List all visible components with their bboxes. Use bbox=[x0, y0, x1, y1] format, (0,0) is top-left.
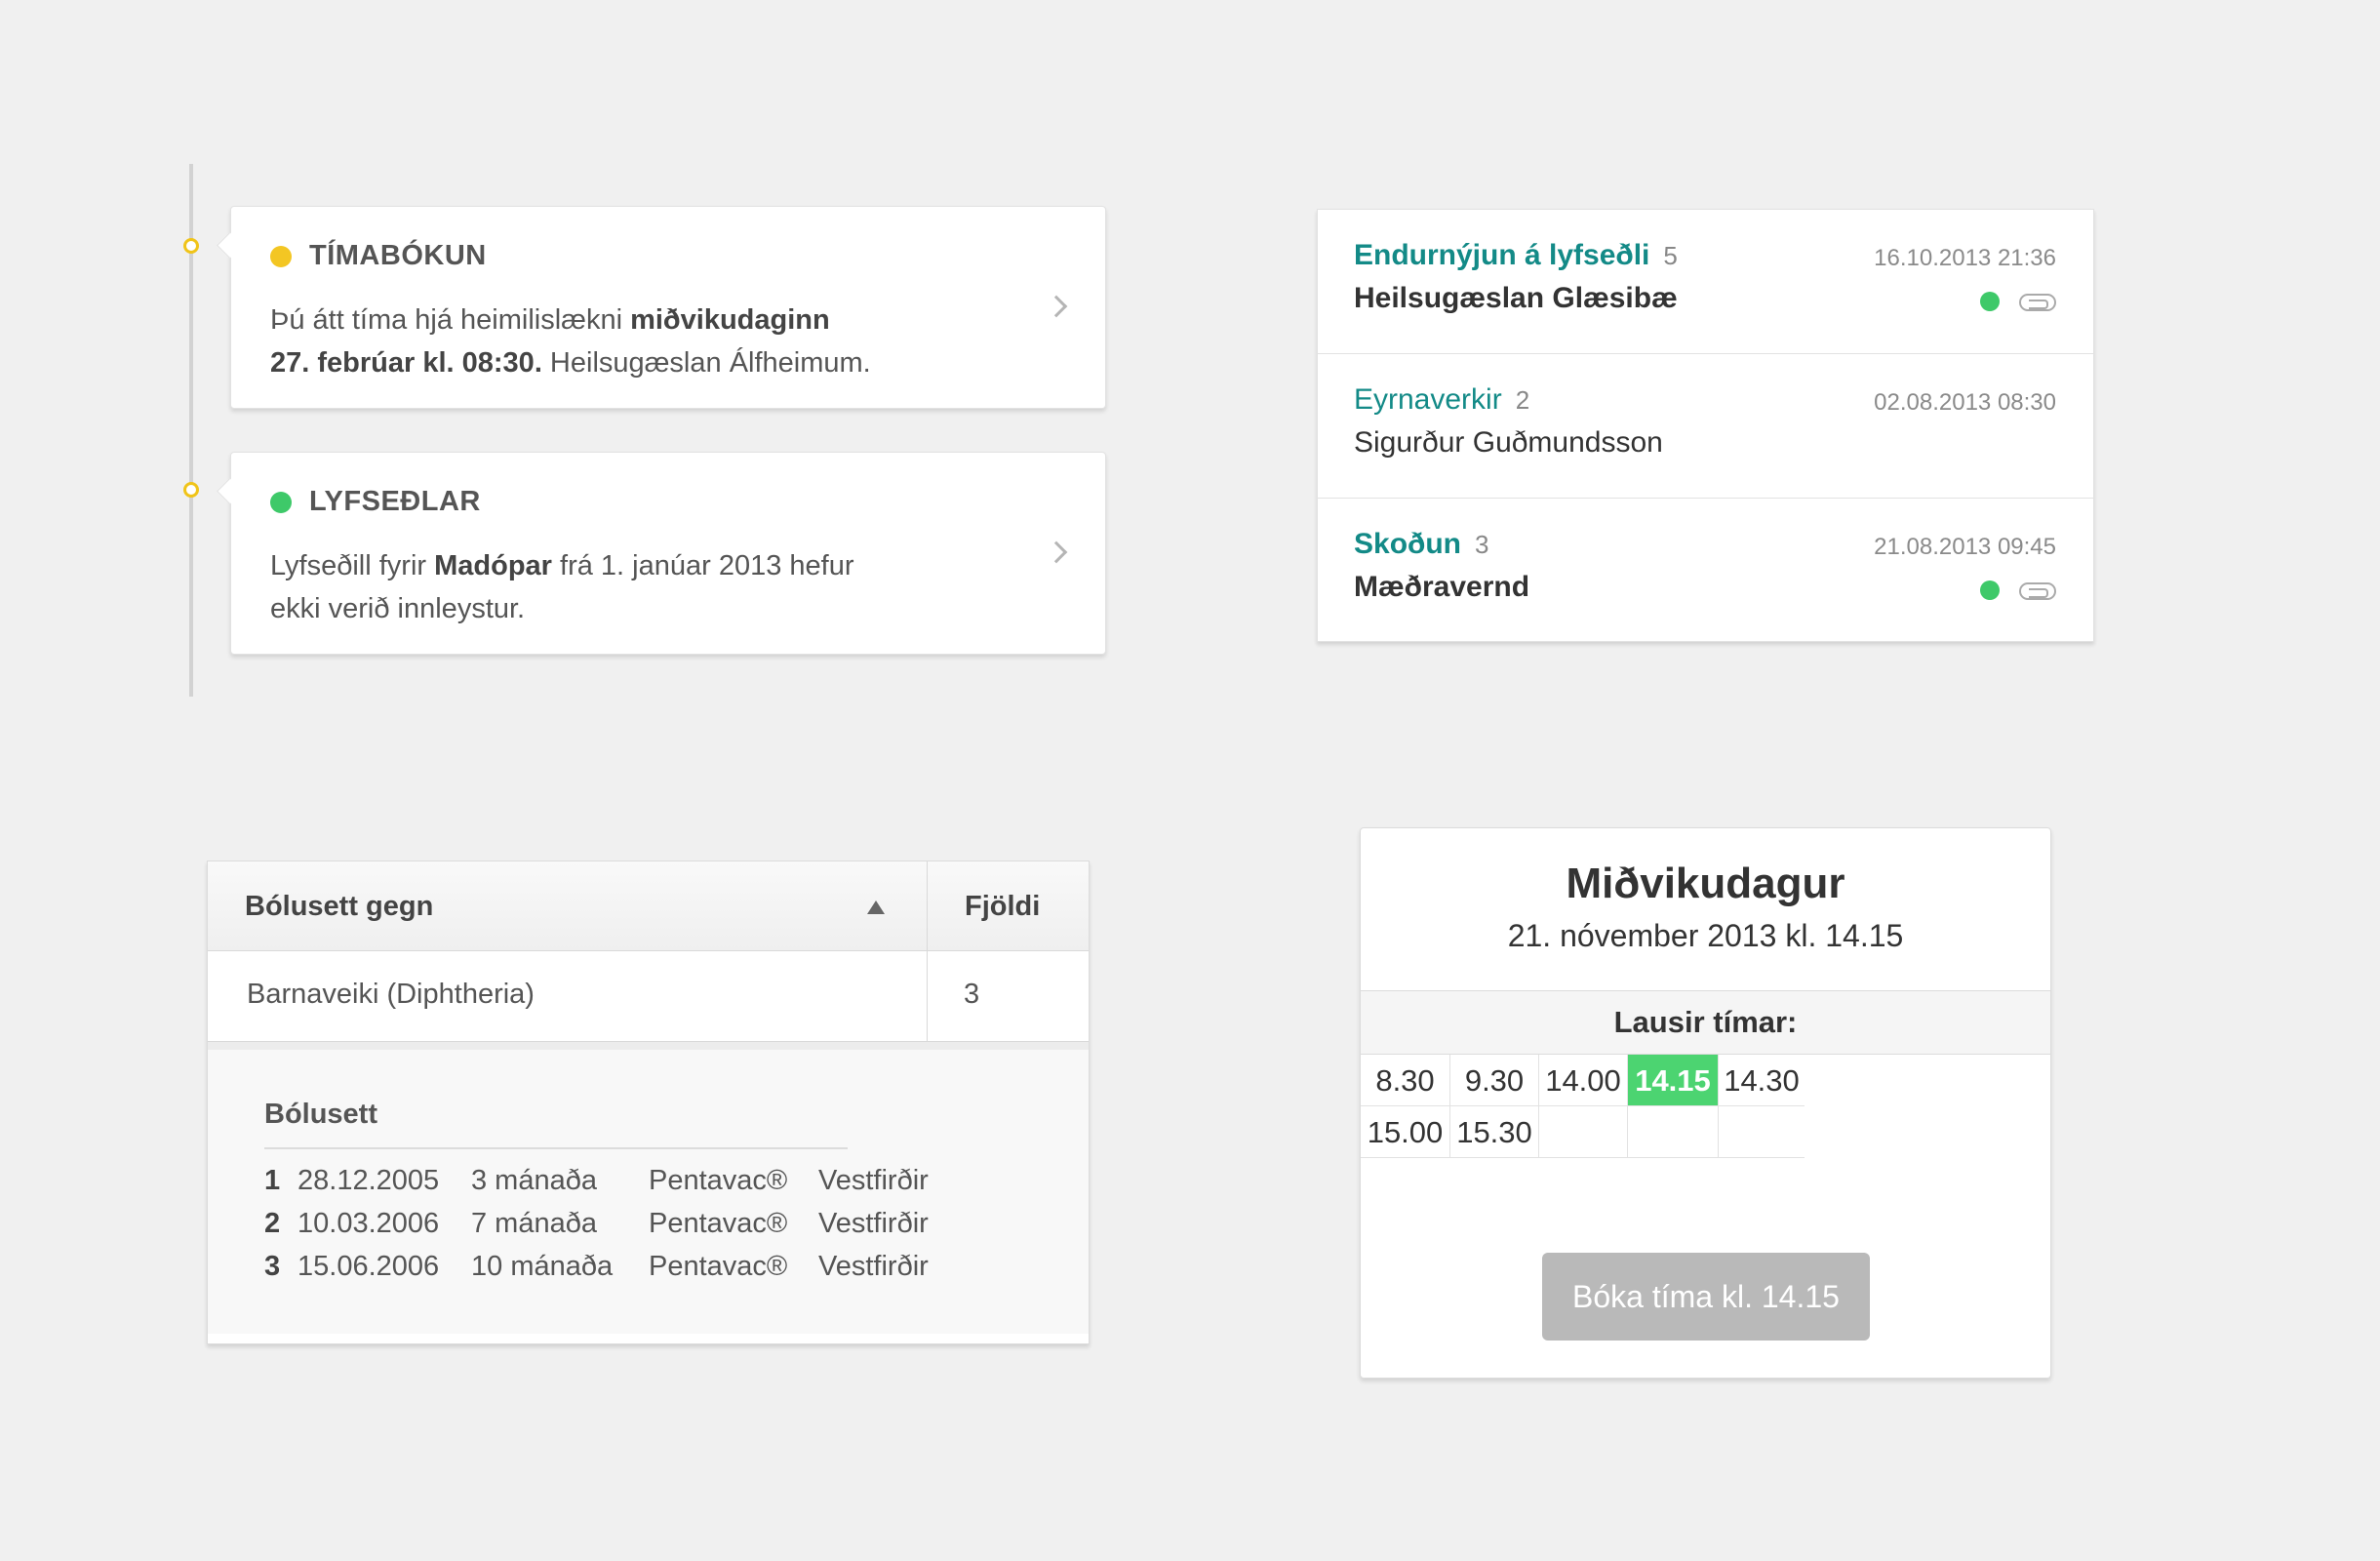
message-date: 02.08.2013 08:30 bbox=[1874, 389, 2056, 416]
status-dot bbox=[270, 491, 292, 513]
card-header: LYFSEÐLAR bbox=[270, 486, 481, 518]
message-subject-text: Endurnýjun á lyfseðli bbox=[1354, 239, 1650, 271]
message-sender: Mæðravernd bbox=[1354, 571, 1530, 603]
timeline-dot bbox=[183, 482, 199, 498]
dose-region: Vestfirðir bbox=[818, 1165, 929, 1196]
chevron-right-icon[interactable] bbox=[1045, 540, 1068, 564]
message-sender: Heilsugæslan Glæsibæ bbox=[1354, 282, 1678, 314]
table-cell-count: 3 bbox=[964, 979, 980, 1010]
empty-slot bbox=[1539, 1106, 1628, 1158]
dose-row: 1 28.12.2005 3 mánaða Pentavac® Vestfirð… bbox=[264, 1165, 929, 1208]
card-text-part: frá 1. janúar 2013 hefur bbox=[551, 550, 854, 581]
vaccination-detail: Bólusett 1 28.12.2005 3 mánaða Pentavac®… bbox=[208, 1041, 1089, 1334]
time-slot[interactable]: 14.30 bbox=[1719, 1055, 1805, 1106]
card-text-part: Þú átt tíma hjá heimilislækni bbox=[270, 304, 631, 336]
card-text-part: ekki verið innleystur. bbox=[270, 593, 526, 624]
message-date: 16.10.2013 21:36 bbox=[1874, 245, 2056, 271]
unread-dot-icon bbox=[1980, 580, 2000, 600]
dose-number: 1 bbox=[264, 1165, 281, 1196]
chevron-right-icon[interactable] bbox=[1045, 295, 1068, 318]
card-text-bold: 27. febrúar kl. 08:30. bbox=[270, 347, 542, 379]
booking-panel: Miðvikudagur 21. nóvember 2013 kl. 14.15… bbox=[1360, 827, 2051, 1379]
dose-age: 7 mánaða bbox=[471, 1208, 597, 1239]
message-subject: Endurnýjun á lyfseðli 5 bbox=[1354, 239, 1678, 272]
time-slot[interactable]: 9.30 bbox=[1450, 1055, 1539, 1106]
status-dot bbox=[270, 245, 292, 267]
message-row[interactable]: Endurnýjun á lyfseðli 5 Heilsugæslan Glæs… bbox=[1318, 210, 2093, 354]
message-subject: Skoðun 3 bbox=[1354, 528, 1488, 561]
message-subject: Eyrnaverkir 2 bbox=[1354, 383, 1529, 417]
book-appointment-button[interactable]: Bóka tíma kl. 14.15 bbox=[1542, 1253, 1870, 1341]
card-text-bold: miðvikudaginn bbox=[630, 304, 830, 336]
card-text-part: Lyfseðill fyrir bbox=[270, 550, 435, 581]
column-header-count[interactable]: Fjöldi bbox=[965, 891, 1040, 923]
messages-panel: Endurnýjun á lyfseðli 5 Heilsugæslan Glæs… bbox=[1317, 209, 2094, 642]
detail-title: Bólusett bbox=[264, 1099, 377, 1130]
dose-row: 3 15.06.2006 10 mánaða Pentavac® Vestfir… bbox=[264, 1251, 929, 1294]
dose-vaccine: Pentavac® bbox=[649, 1251, 788, 1282]
dose-region: Vestfirðir bbox=[818, 1251, 929, 1282]
dose-date: 10.03.2006 bbox=[298, 1208, 440, 1239]
card-title: TÍMABÓKUN bbox=[309, 240, 487, 271]
empty-slot bbox=[1719, 1106, 1805, 1158]
message-date: 21.08.2013 09:45 bbox=[1874, 534, 2056, 560]
dose-region: Vestfirðir bbox=[818, 1208, 929, 1239]
message-count: 5 bbox=[1663, 241, 1678, 270]
card-header: TÍMABÓKUN bbox=[270, 240, 487, 272]
time-slot[interactable]: 14.00 bbox=[1539, 1055, 1628, 1106]
card-text-bold: Madópar bbox=[434, 550, 552, 581]
card-text-part: Heilsugæslan Álfheimum. bbox=[541, 347, 871, 379]
message-count: 3 bbox=[1475, 530, 1489, 559]
appointment-card[interactable]: TÍMABÓKUN Þú átt tíma hjá heimilislækni … bbox=[230, 206, 1106, 409]
column-divider bbox=[927, 861, 928, 1041]
booking-day: Miðvikudagur bbox=[1566, 860, 1845, 907]
message-sender: Sigurður Guðmundsson bbox=[1354, 426, 1663, 459]
message-row[interactable]: Skoðun 3 Mæðravernd 21.08.2013 09:45 bbox=[1318, 499, 2093, 643]
divider bbox=[264, 1147, 848, 1149]
available-slots-heading: Lausir tímar: bbox=[1361, 990, 2050, 1055]
booking-date: 21. nóvember 2013 kl. 14.15 bbox=[1507, 918, 1904, 953]
time-slot[interactable]: 14.15 bbox=[1628, 1055, 1719, 1106]
card-text: Þú átt tíma hjá heimilislækni miðvikudag… bbox=[270, 299, 953, 384]
dose-number: 3 bbox=[264, 1251, 281, 1282]
empty-slot bbox=[1628, 1106, 1719, 1158]
table-cell-name[interactable]: Barnaveiki (Diphtheria) bbox=[247, 979, 535, 1011]
dose-row: 2 10.03.2006 7 mánaða Pentavac® Vestfirð… bbox=[264, 1208, 929, 1251]
dose-vaccine: Pentavac® bbox=[649, 1208, 788, 1239]
message-subject-text: Eyrnaverkir bbox=[1354, 383, 1502, 416]
dose-date: 15.06.2006 bbox=[298, 1251, 440, 1282]
time-slot[interactable]: 15.30 bbox=[1450, 1106, 1539, 1158]
card-title: LYFSEÐLAR bbox=[309, 486, 481, 517]
message-count: 2 bbox=[1515, 385, 1530, 415]
unread-dot-icon bbox=[1980, 292, 2000, 311]
column-header-vaccinated-against[interactable]: Bólusett gegn bbox=[245, 891, 433, 923]
message-subject-text: Skoðun bbox=[1354, 528, 1461, 560]
card-text: Lyfseðill fyrir Madópar frá 1. janúar 20… bbox=[270, 544, 953, 630]
vaccination-table: Bólusett gegn Fjöldi Barnaveiki (Diphthe… bbox=[207, 861, 1090, 1344]
time-slot[interactable]: 8.30 bbox=[1361, 1055, 1450, 1106]
timeline-dot bbox=[183, 238, 199, 254]
sort-ascending-icon[interactable] bbox=[867, 901, 885, 914]
time-slot[interactable]: 15.00 bbox=[1361, 1106, 1450, 1158]
dose-age: 10 mánaða bbox=[471, 1251, 614, 1282]
dose-age: 3 mánaða bbox=[471, 1165, 597, 1196]
message-row[interactable]: Eyrnaverkir 2 Sigurður Guðmundsson 02.08.… bbox=[1318, 354, 2093, 499]
attachment-icon bbox=[2019, 294, 2056, 311]
dose-date: 28.12.2005 bbox=[298, 1165, 440, 1196]
dose-number: 2 bbox=[264, 1208, 281, 1239]
attachment-icon bbox=[2019, 582, 2056, 600]
table-header: Bólusett gegn Fjöldi bbox=[208, 861, 1089, 951]
prescription-card[interactable]: LYFSEÐLAR Lyfseðill fyrir Madópar frá 1.… bbox=[230, 452, 1106, 655]
dose-vaccine: Pentavac® bbox=[649, 1165, 788, 1196]
